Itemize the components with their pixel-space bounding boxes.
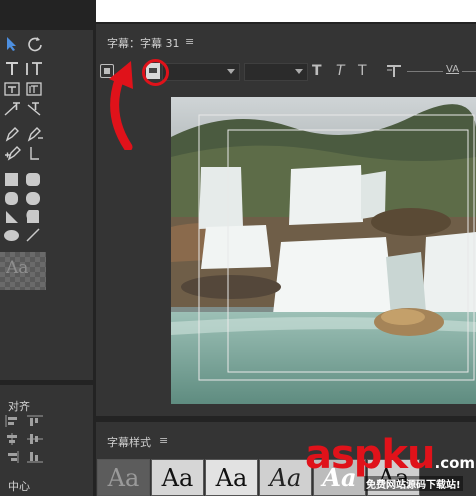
style-swatch[interactable]: Aa (151, 459, 204, 496)
bold-button[interactable]: T (312, 63, 322, 79)
ellipse-tool-icon[interactable] (4, 230, 19, 241)
vertical-area-type-tool-icon[interactable] (26, 81, 42, 97)
watermark-tld-text: .com (434, 454, 476, 472)
tracking-slider-line[interactable] (462, 71, 476, 72)
align-top-icon[interactable] (27, 415, 43, 427)
rounded-rectangle-tool-icon[interactable] (26, 192, 40, 205)
align-horizontal-center-icon[interactable] (5, 433, 21, 445)
delete-anchor-point-tool-icon[interactable] (26, 126, 44, 142)
style-swatch-text: Aa (269, 463, 302, 492)
rounded-corner-rectangle-tool-icon[interactable] (26, 173, 40, 186)
styles-panel-menu-icon[interactable]: ≡ (159, 434, 168, 447)
line-tool-icon[interactable] (26, 228, 40, 242)
style-swatch-text: Aa (107, 463, 140, 492)
rotation-tool-icon[interactable] (27, 36, 43, 52)
annotation-arrow-icon (103, 55, 148, 150)
align-bottom-icon[interactable] (27, 451, 43, 463)
underline-button[interactable]: T (358, 63, 367, 79)
type-tool-icon[interactable] (4, 61, 20, 77)
title-panel-menu-icon[interactable]: ≡ (185, 35, 194, 48)
arc-tool-icon[interactable] (26, 210, 40, 224)
align-panel-title: 对齐 (8, 400, 30, 413)
italic-button[interactable]: T (336, 63, 345, 79)
title-preview-canvas[interactable] (171, 97, 476, 404)
tracking-label: VA (446, 64, 460, 75)
title-panel-title: 字幕：字幕 31 (107, 37, 180, 50)
watermark-brand-text: aspku (305, 432, 436, 478)
center-section-label: 中心 (8, 480, 30, 493)
align-left-icon[interactable] (5, 415, 21, 427)
font-family-dropdown-arrow-icon (227, 69, 235, 74)
clipped-corner-rectangle-tool-icon[interactable] (5, 192, 18, 205)
align-vertical-center-icon[interactable] (27, 433, 43, 445)
watermark-tagline: 免费网站源码下载站! (364, 476, 463, 491)
style-swatch[interactable]: Aa (205, 459, 258, 496)
area-type-tool-icon[interactable] (4, 81, 20, 97)
font-style-dropdown-arrow-icon (295, 69, 303, 74)
font-size-icon[interactable] (386, 64, 402, 78)
top-white-strip (96, 0, 476, 22)
style-swatch-text: Aa (161, 463, 194, 492)
wedge-tool-icon[interactable] (5, 210, 19, 224)
selection-tool-icon[interactable] (5, 36, 19, 52)
add-anchor-point-tool-icon[interactable] (4, 145, 22, 161)
style-swatch-text: Aa (215, 463, 248, 492)
convert-anchor-point-tool-icon[interactable] (28, 145, 42, 161)
styles-panel-title: 字幕样式 (107, 436, 151, 449)
font-size-slider-line[interactable] (407, 71, 443, 72)
align-right-icon[interactable] (5, 451, 21, 463)
vertical-type-tool-icon[interactable] (25, 61, 43, 77)
rectangle-tool-icon[interactable] (5, 173, 18, 186)
style-preview-text: Aa (6, 258, 29, 278)
path-type-tool-icon[interactable] (4, 101, 22, 117)
style-swatch[interactable]: Aa (97, 459, 150, 496)
vertical-path-type-tool-icon[interactable] (26, 101, 44, 117)
pen-tool-icon[interactable] (4, 126, 20, 142)
